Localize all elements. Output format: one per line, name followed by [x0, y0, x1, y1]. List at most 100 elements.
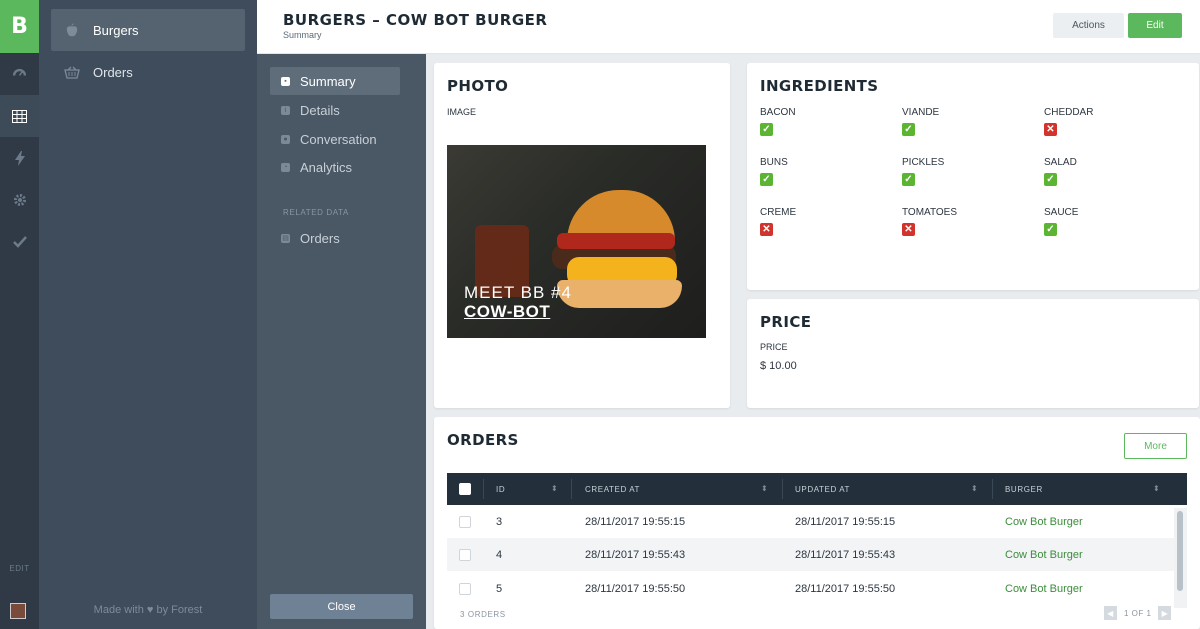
brand-logo[interactable]: B: [0, 0, 39, 53]
checked-icon: ✓: [760, 173, 773, 186]
select-all-checkbox[interactable]: [459, 483, 471, 495]
cell-id: 5: [496, 582, 503, 595]
scrollbar-thumb[interactable]: [1177, 511, 1183, 591]
column-divider: [571, 479, 572, 499]
card-title: PHOTO: [447, 77, 509, 95]
table-row[interactable]: 5 28/11/2017 19:55:50 28/11/2017 19:55:5…: [447, 572, 1174, 605]
ingredient-name: TOMATOES: [902, 207, 958, 218]
dashboard-icon[interactable]: [0, 53, 39, 95]
orders-card: ORDERS More ID ⬍ CREATED AT ⬍ UPDATED AT…: [434, 417, 1200, 629]
edit-button[interactable]: Edit: [1128, 13, 1182, 38]
table-header: ID ⬍ CREATED AT ⬍ UPDATED AT ⬍ BURGER ⬍: [447, 473, 1187, 505]
related-item-orders[interactable]: ▤ Orders: [270, 224, 400, 252]
checked-icon: ✓: [1044, 223, 1057, 236]
tab-details[interactable]: i Details: [270, 96, 400, 124]
checked-icon: ✓: [902, 123, 915, 136]
column-divider: [483, 479, 484, 499]
basket-icon: [51, 66, 93, 79]
card-title: INGREDIENTS: [760, 77, 879, 95]
ingredient-salad: SALAD ✓: [1044, 157, 1174, 186]
row-checkbox[interactable]: [459, 516, 471, 528]
photo-card: PHOTO IMAGE MEET BB #4 COW-BOT: [434, 63, 730, 408]
data-table-icon[interactable]: [0, 95, 39, 137]
tab-summary[interactable]: ▪ Summary: [270, 67, 400, 95]
heart-icon: ♥: [146, 604, 154, 616]
column-header-created-at[interactable]: CREATED AT: [585, 473, 640, 505]
more-button[interactable]: More: [1124, 433, 1187, 459]
ingredient-name: PICKLES: [902, 157, 945, 168]
page-title: BURGERS – COW BOT BURGER: [283, 11, 548, 29]
sort-icon[interactable]: ⬍: [761, 484, 768, 493]
field-label: PRICE: [760, 342, 788, 352]
field-label: IMAGE: [447, 107, 477, 117]
tab-conversation[interactable]: ● Conversation: [270, 125, 400, 153]
ingredient-viande: VIANDE ✓: [902, 107, 1032, 136]
cell-burger-link[interactable]: Cow Bot Burger: [1005, 572, 1083, 605]
price-value: $ 10.00: [760, 360, 797, 372]
made-with-text: Made with: [93, 604, 144, 616]
close-button[interactable]: Close: [270, 594, 413, 619]
avatar[interactable]: [10, 603, 26, 619]
sort-icon[interactable]: ⬍: [551, 484, 558, 493]
checkmark-icon[interactable]: [0, 221, 39, 263]
ingredient-name: BACON: [760, 107, 796, 118]
photo-caption-line1: MEET BB #4: [464, 283, 572, 302]
cell-id: 4: [496, 548, 503, 561]
page-header: BURGERS – COW BOT BURGER Summary Actions…: [257, 0, 1200, 54]
table-row[interactable]: 4 28/11/2017 19:55:43 28/11/2017 19:55:4…: [447, 538, 1174, 571]
sort-icon[interactable]: ⬍: [1153, 484, 1160, 493]
burger-photo[interactable]: MEET BB #4 COW-BOT: [447, 145, 706, 338]
column-header-id[interactable]: ID: [496, 473, 505, 505]
sidebar-item-burgers[interactable]: Burgers: [51, 9, 245, 51]
unchecked-icon: ✕: [1044, 123, 1057, 136]
row-checkbox[interactable]: [459, 583, 471, 595]
actions-button[interactable]: Actions: [1053, 13, 1124, 38]
info-icon: i: [281, 105, 290, 115]
ingredient-name: CREME: [760, 207, 797, 218]
ingredient-tomatoes: TOMATOES ✕: [902, 207, 1032, 236]
cell-updated-at: 28/11/2017 19:55:43: [795, 548, 896, 561]
sort-icon[interactable]: ⬍: [971, 484, 978, 493]
page-subtitle: Summary: [283, 30, 322, 40]
record-nav: ▪ Summary i Details ● Conversation ◔ Ana…: [257, 54, 426, 629]
ingredient-sauce: SAUCE ✓: [1044, 207, 1174, 236]
unchecked-icon: ✕: [760, 223, 773, 236]
card-title: ORDERS: [447, 431, 519, 449]
sidebar-item-orders[interactable]: Orders: [51, 51, 245, 93]
row-checkbox[interactable]: [459, 549, 471, 561]
sidebar-item-label: Burgers: [93, 22, 139, 38]
table-row[interactable]: 3 28/11/2017 19:55:15 28/11/2017 19:55:1…: [447, 505, 1174, 538]
gear-icon[interactable]: [0, 179, 39, 221]
ingredient-cheddar: CHEDDAR ✕: [1044, 107, 1174, 136]
ingredient-name: CHEDDAR: [1044, 107, 1094, 118]
ingredient-buns: BUNS ✓: [760, 157, 890, 186]
gauge-icon: ◔: [281, 162, 290, 172]
lightning-icon[interactable]: [0, 137, 39, 179]
card-title: PRICE: [760, 313, 812, 331]
made-with-forest[interactable]: Made with ♥ by Forest: [39, 604, 257, 616]
edit-mode-label[interactable]: EDIT: [0, 564, 39, 573]
table-scrollbar[interactable]: [1174, 508, 1187, 608]
record-count: 3 ORDERS: [460, 610, 506, 619]
column-divider: [992, 479, 993, 499]
next-page-button[interactable]: ▶: [1158, 606, 1172, 620]
photo-caption-line2: COW-BOT: [464, 302, 551, 321]
ingredient-name: SALAD: [1044, 157, 1077, 168]
pagination: ◀ 1 OF 1 ▶: [1104, 606, 1172, 620]
cell-burger-link[interactable]: Cow Bot Burger: [1005, 505, 1083, 538]
price-card: PRICE PRICE $ 10.00: [747, 299, 1199, 408]
tab-label: Analytics: [300, 159, 353, 175]
unchecked-icon: ✕: [902, 223, 915, 236]
column-divider: [782, 479, 783, 499]
prev-page-button[interactable]: ◀: [1104, 606, 1117, 620]
tab-analytics[interactable]: ◔ Analytics: [270, 153, 400, 181]
cell-id: 3: [496, 515, 503, 528]
ingredient-name: BUNS: [760, 157, 788, 168]
column-header-burger[interactable]: BURGER: [1005, 473, 1043, 505]
icon-rail: B EDIT: [0, 0, 39, 629]
column-header-updated-at[interactable]: UPDATED AT: [795, 473, 850, 505]
ingredients-card: INGREDIENTS BACON ✓ VIANDE ✓ CHEDDAR ✕ B…: [747, 63, 1199, 290]
cell-burger-link[interactable]: Cow Bot Burger: [1005, 538, 1083, 571]
checked-icon: ✓: [760, 123, 773, 136]
tab-label: Orders: [300, 230, 340, 246]
